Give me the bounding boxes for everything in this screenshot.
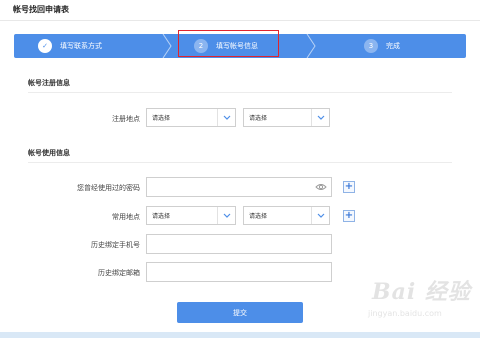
phone-label: 历史绑定手机号	[91, 241, 140, 249]
watermark-url: jingyan.baidu.com	[368, 309, 442, 318]
common-location-select-2[interactable]: 请选择	[243, 206, 330, 225]
select-value: 请选择	[249, 115, 268, 122]
page-title: 帐号找回申请表	[13, 5, 69, 14]
select-value: 请选择	[249, 213, 268, 220]
step-contact: ✓ 填写联系方式	[38, 34, 102, 58]
register-location-label: 注册地点	[112, 115, 140, 123]
chevron-down-icon	[311, 109, 329, 126]
chevron-right-icon	[306, 34, 316, 58]
common-location-label: 常用地点	[112, 213, 140, 221]
email-label: 历史绑定邮箱	[98, 269, 140, 277]
bottom-bar	[0, 332, 480, 338]
phone-input[interactable]	[146, 234, 332, 254]
password-label: 您曾经使用过的密码	[77, 184, 140, 192]
chevron-down-icon	[311, 207, 329, 224]
select-value: 请选择	[152, 115, 171, 122]
chevron-down-icon	[217, 109, 235, 126]
step-number-3: 3	[364, 39, 378, 53]
step-complete-label: 完成	[386, 42, 400, 50]
chevron-right-icon	[162, 34, 172, 58]
register-location-select-1[interactable]: 请选择	[146, 108, 236, 127]
watermark-logo: Bai 经验 jingyan.baidu.com	[364, 274, 474, 324]
section-divider	[28, 92, 452, 93]
common-location-select-1[interactable]: 请选择	[146, 206, 236, 225]
add-password-button[interactable]: +	[343, 181, 355, 193]
password-input[interactable]	[146, 177, 332, 197]
submit-button[interactable]: 提交	[177, 302, 303, 323]
check-icon: ✓	[38, 39, 52, 53]
section-divider	[28, 162, 452, 163]
section-usage-title: 帐号使用信息	[28, 149, 70, 157]
eye-icon[interactable]	[315, 182, 327, 192]
select-value: 请选择	[152, 213, 171, 220]
step-complete: 3 完成	[364, 34, 400, 58]
watermark-main: Bai 经验	[372, 279, 471, 305]
register-location-select-2[interactable]: 请选择	[243, 108, 330, 127]
title-divider	[0, 20, 480, 21]
step-contact-label: 填写联系方式	[60, 42, 102, 50]
chevron-down-icon	[217, 207, 235, 224]
email-input[interactable]	[146, 262, 332, 282]
highlight-box	[178, 30, 279, 57]
add-location-button[interactable]: +	[343, 210, 355, 222]
section-register-title: 帐号注册信息	[28, 79, 70, 87]
